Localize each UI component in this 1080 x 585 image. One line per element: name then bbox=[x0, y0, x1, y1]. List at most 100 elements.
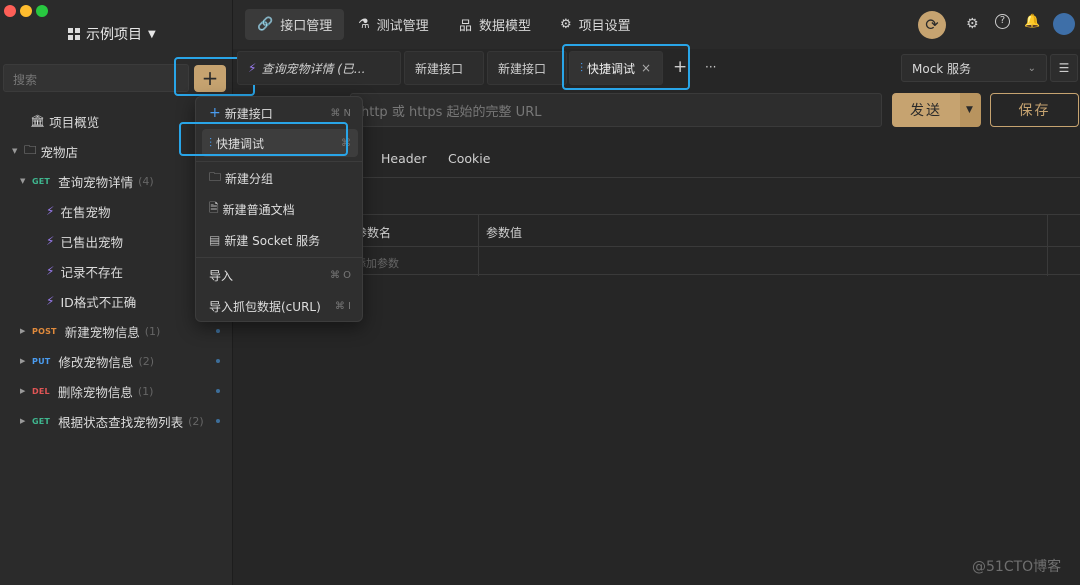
project-name: 示例项目 bbox=[86, 27, 142, 43]
method-badge: POST bbox=[32, 326, 57, 336]
highlight-box-menu-quick-debug bbox=[179, 122, 348, 156]
sync-icon[interactable]: ⟳ bbox=[918, 11, 946, 39]
menu-label: 导入 bbox=[209, 268, 234, 283]
shortcut: ⌘ O bbox=[329, 269, 351, 281]
tab-label: 数据模型 bbox=[479, 19, 532, 34]
status-dot bbox=[216, 329, 220, 333]
divider bbox=[478, 215, 479, 276]
send-button[interactable]: 发送 bbox=[892, 93, 960, 127]
bolt-icon: ⚡ bbox=[46, 234, 55, 248]
request-tab[interactable]: 新建接口 bbox=[404, 51, 484, 85]
case-name: 记录不存在 bbox=[60, 264, 123, 280]
tree-item-find-by-status[interactable]: ▶ GET 根据状态查找宠物列表 (2) bbox=[0, 406, 233, 436]
caret-down-icon[interactable]: ▼ bbox=[20, 177, 32, 185]
case-count: (2) bbox=[138, 354, 155, 368]
request-tab[interactable]: ⚡ 查询宠物详情 (已... bbox=[237, 51, 401, 85]
folder-label: 宠物店 bbox=[40, 144, 79, 160]
caret-right-icon[interactable]: ▶ bbox=[20, 357, 32, 365]
tree-item-put-pet[interactable]: ▶ PUT 修改宠物信息 (2) bbox=[0, 346, 233, 376]
tab-label: 查询宠物详情 (已... bbox=[261, 61, 366, 76]
method-badge: GET bbox=[32, 176, 51, 186]
environment-select[interactable]: Mock 服务 ⌄ bbox=[901, 54, 1047, 82]
api-name: 修改宠物信息 bbox=[58, 354, 134, 370]
bolt-icon: ⚡ bbox=[46, 294, 55, 308]
chevron-down-icon: ⌄ bbox=[1027, 62, 1036, 74]
menu-divider bbox=[196, 161, 362, 162]
status-dot bbox=[216, 359, 220, 363]
url-placeholder: http 或 https 起始的完整 URL bbox=[361, 104, 542, 120]
tab-label: 接口管理 bbox=[280, 19, 333, 34]
menu-item-import-curl[interactable]: 导入抓包数据(cURL) ⌘ I bbox=[202, 292, 358, 320]
bolt-icon: ⚡ bbox=[46, 264, 55, 278]
method-badge: DEL bbox=[32, 386, 50, 396]
case-count: (1) bbox=[144, 324, 161, 338]
menu-item-new-group[interactable]: 🗀 新建分组 bbox=[202, 164, 358, 192]
socket-icon: ▤ bbox=[209, 233, 221, 247]
divider bbox=[1047, 215, 1048, 276]
tab-label: 新建接口 bbox=[498, 61, 547, 76]
case-count: (4) bbox=[138, 174, 154, 188]
case-count: (2) bbox=[188, 414, 204, 428]
method-badge: PUT bbox=[32, 356, 51, 366]
more-icon[interactable]: ··· bbox=[705, 60, 716, 74]
menu-label: 新建普通文档 bbox=[222, 202, 295, 217]
menu-label: 导入抓包数据(cURL) bbox=[209, 299, 321, 314]
plus-icon: + bbox=[209, 105, 221, 121]
highlight-box-quick-debug bbox=[562, 44, 690, 90]
menu-item-import[interactable]: 导入 ⌘ O bbox=[202, 261, 358, 289]
document-icon: 🗎 bbox=[209, 200, 219, 215]
case-count: (1) bbox=[137, 384, 154, 398]
minimize-window-button[interactable] bbox=[20, 5, 32, 17]
add-tab-button[interactable]: + bbox=[673, 57, 687, 77]
gear-icon: ⚙ bbox=[560, 17, 572, 32]
environment-label: Mock 服务 bbox=[912, 61, 972, 76]
bank-icon: 🏛 bbox=[30, 114, 46, 128]
shortcut: ⌘ I bbox=[334, 300, 351, 312]
tab-label: 新建接口 bbox=[415, 61, 464, 76]
menu-label: 新建 Socket 服务 bbox=[224, 233, 321, 248]
link-icon: 🔗 bbox=[257, 17, 274, 32]
caret-right-icon[interactable]: ▶ bbox=[20, 327, 32, 335]
menu-item-new-doc[interactable]: 🗎 新建普通文档 bbox=[202, 195, 358, 223]
avatar[interactable] bbox=[1053, 13, 1075, 35]
case-name: ID格式不正确 bbox=[60, 294, 137, 310]
maximize-window-button[interactable] bbox=[36, 5, 48, 17]
overview-label: 项目概览 bbox=[49, 114, 100, 130]
tab-cookie[interactable]: Cookie bbox=[448, 151, 490, 166]
api-name: 新建宠物信息 bbox=[64, 324, 140, 340]
save-button[interactable]: 保存 bbox=[990, 93, 1079, 127]
flask-icon: ⚗ bbox=[358, 17, 370, 32]
tab-label: 测试管理 bbox=[376, 19, 429, 34]
request-tab[interactable]: 新建接口 bbox=[487, 51, 567, 85]
api-name: 根据状态查找宠物列表 bbox=[58, 414, 184, 430]
url-input[interactable]: http 或 https 起始的完整 URL bbox=[350, 93, 882, 127]
tab-label: 项目设置 bbox=[578, 19, 631, 34]
tab-test-management[interactable]: ⚗ 测试管理 bbox=[346, 9, 441, 40]
tab-project-settings[interactable]: ⚙ 项目设置 bbox=[548, 9, 643, 40]
tree-item-del-pet[interactable]: ▶ DEL 删除宠物信息 (1) bbox=[0, 376, 233, 406]
bolt-icon: ⚡ bbox=[248, 61, 257, 75]
tab-data-model[interactable]: 品数据模型 bbox=[447, 9, 543, 40]
project-switcher[interactable]: 示例项目 ▼ bbox=[68, 24, 156, 44]
send-dropdown-button[interactable]: ▼ bbox=[960, 93, 981, 127]
case-name: 已售出宠物 bbox=[60, 234, 123, 250]
tab-header[interactable]: Header bbox=[381, 151, 427, 166]
bell-icon[interactable]: 🔔 bbox=[1024, 14, 1040, 29]
request-tabs: ⚡ 查询宠物详情 (已... 新建接口 新建接口 ⫶ 快捷调试 × + ··· … bbox=[233, 44, 1080, 90]
method-badge: GET bbox=[32, 416, 51, 426]
search-placeholder: 搜索 bbox=[13, 73, 38, 87]
list-icon[interactable]: ☰ bbox=[1050, 54, 1078, 82]
caret-right-icon[interactable]: ▶ bbox=[20, 387, 32, 395]
search-input[interactable]: 搜索 bbox=[3, 64, 189, 92]
watermark: @51CTO博客 bbox=[972, 559, 1062, 575]
settings-icon[interactable]: ⚙ bbox=[966, 16, 979, 32]
menu-item-new-socket[interactable]: ▤ 新建 Socket 服务 bbox=[202, 226, 358, 254]
folder-icon: 🗀 bbox=[24, 141, 37, 157]
tab-api-management[interactable]: 🔗 接口管理 bbox=[245, 9, 345, 40]
api-name: 删除宠物信息 bbox=[57, 384, 133, 400]
close-window-button[interactable] bbox=[4, 5, 16, 17]
help-icon[interactable]: ? bbox=[995, 14, 1010, 29]
caret-down-icon[interactable]: ▼ bbox=[12, 147, 24, 155]
status-dot bbox=[216, 389, 220, 393]
caret-right-icon[interactable]: ▶ bbox=[20, 417, 32, 425]
